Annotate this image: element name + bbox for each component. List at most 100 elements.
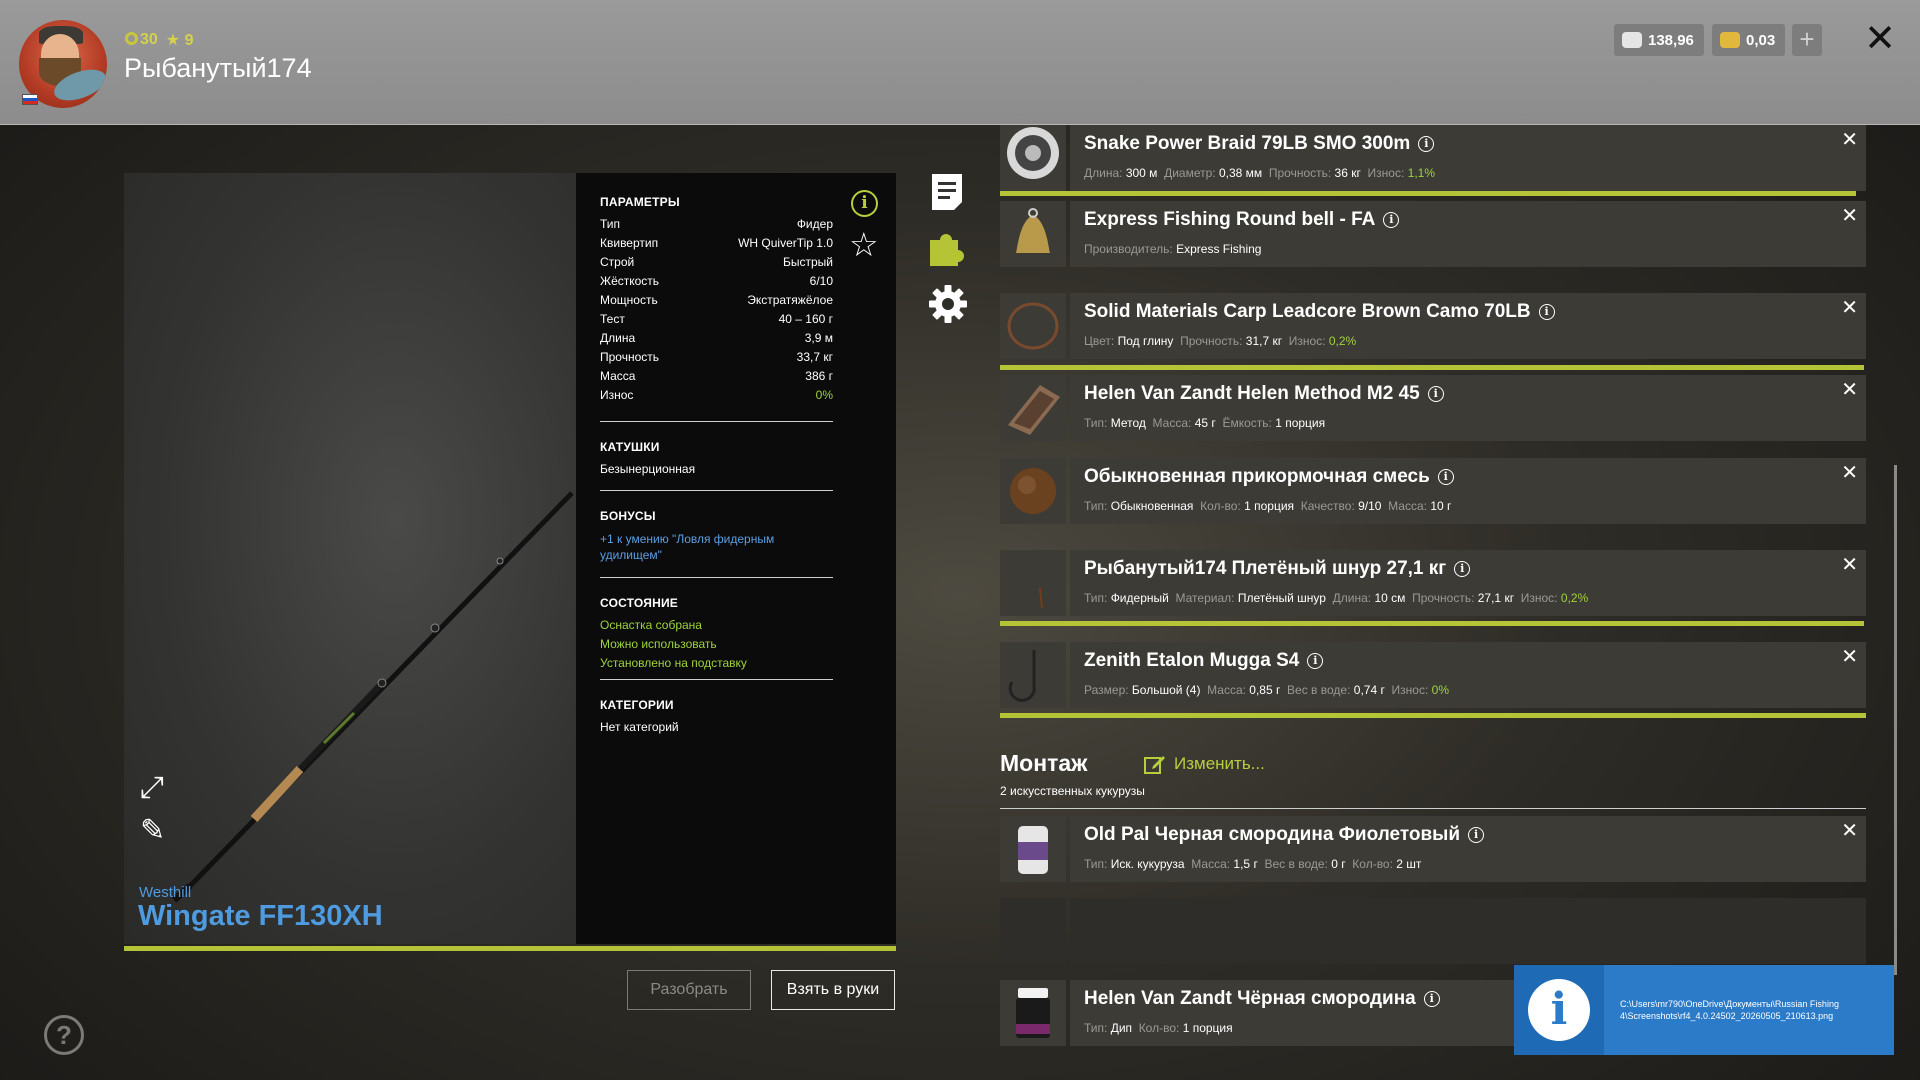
param-label: Жёсткость — [600, 274, 660, 288]
item-details: Производитель: Express Fishing — [1084, 242, 1262, 256]
expand-icon[interactable]: ⤢ — [140, 771, 164, 805]
screenshot-path: C:\Users\mr790\OneDrive\Документы\Russia… — [1620, 999, 1839, 1021]
favorite-star-icon[interactable]: ☆ — [849, 228, 879, 261]
item-separator — [1000, 621, 1864, 626]
rod-preview: ⤢ ✎ — [124, 173, 576, 944]
param-value: WH QuiverTip 1.0 — [738, 236, 833, 250]
bonus-value: +1 к умению "Ловля фидерным удилищем" — [600, 532, 775, 562]
item-info-icon[interactable]: i — [1427, 386, 1444, 402]
star-icon: ★ — [165, 32, 181, 49]
param-row: Масса 386 г — [600, 369, 833, 388]
item-info-icon[interactable]: i — [1468, 827, 1485, 843]
item-info-icon[interactable]: i — [1437, 469, 1454, 485]
param-value: 0% — [815, 388, 833, 402]
remove-item-button[interactable]: ✕ — [1841, 295, 1858, 320]
item-details: Тип: Дип Кол-во: 1 порция — [1084, 1021, 1233, 1035]
item-info-icon[interactable]: i — [1418, 136, 1435, 152]
edit-pencil-icon[interactable]: ✎ — [140, 813, 165, 848]
silver-coins-icon — [1622, 32, 1642, 48]
list-item[interactable]: Old Pal Черная смородина Фиолетовый i Тип… — [1000, 816, 1866, 882]
puzzle-icon[interactable] — [928, 228, 968, 268]
close-button[interactable]: ✕ — [1862, 20, 1898, 58]
param-row: Износ 0% — [600, 388, 833, 407]
item-details: Цвет: Под глину Прочность: 31,7 кг Износ… — [1084, 334, 1357, 348]
item-title: Old Pal Черная смородина Фиолетовый — [1084, 824, 1461, 845]
list-item[interactable]: Snake Power Braid 79LB SMO 300m i Длина: … — [1000, 125, 1866, 191]
remove-item-button[interactable]: ✕ — [1841, 377, 1858, 402]
item-info-icon[interactable]: i — [1307, 653, 1324, 669]
item-details: Тип: Иск. кукуруза Масса: 1,5 г Вес в во… — [1084, 857, 1422, 871]
level-badge: 30 — [125, 31, 158, 49]
list-item[interactable]: Zenith Etalon Mugga S4 i Размер: Большой … — [1000, 642, 1866, 708]
remove-item-button[interactable]: ✕ — [1841, 552, 1858, 577]
item-title: Рыбанутый174 Плетёный шнур 27,1 кг — [1084, 558, 1447, 579]
rank-badge: ★ 9 — [165, 32, 194, 49]
remove-item-button[interactable]: ✕ — [1841, 460, 1858, 485]
item-title: Helen Van Zandt Helen Method M2 45 — [1084, 383, 1420, 404]
montage-edit-button[interactable]: Изменить... — [1144, 754, 1265, 774]
dip-jar-thumb — [1000, 980, 1066, 1046]
item-info-icon[interactable]: i — [1423, 991, 1440, 1007]
list-item[interactable]: Обыкновенная прикормочная смесь i Тип: Об… — [1000, 458, 1866, 524]
param-label: Тест — [600, 312, 625, 326]
russia-flag-icon — [22, 94, 38, 105]
leadcore-thumb — [1000, 293, 1066, 359]
state-title: СОСТОЯНИЕ — [600, 596, 678, 610]
item-details: Тип: Метод Масса: 45 г Ёмкость: 1 порция — [1084, 416, 1326, 430]
param-row: Квивертип WH QuiverTip 1.0 — [600, 236, 833, 255]
param-value: 3,9 м — [804, 331, 833, 345]
param-value: 40 – 160 г — [778, 312, 833, 326]
param-row: Строй Быстрый — [600, 255, 833, 274]
item-details: Тип: Обыкновенная Кол-во: 1 порция Качес… — [1084, 499, 1452, 513]
list-item[interactable]: Solid Materials Carp Leadcore Brown Camo… — [1000, 293, 1866, 359]
braid-leader-thumb — [1000, 550, 1066, 616]
param-label: Длина — [600, 331, 636, 345]
item-title: Helen Van Zandt Чёрная смородина — [1084, 988, 1416, 1009]
list-item[interactable]: Express Fishing Round bell - FA i Произво… — [1000, 201, 1866, 267]
remove-item-button[interactable]: ✕ — [1841, 203, 1858, 228]
settings-gear-icon[interactable] — [928, 284, 968, 324]
param-value: Фидер — [796, 217, 833, 231]
remove-item-button[interactable]: ✕ — [1841, 818, 1858, 843]
groundbait-thumb — [1000, 458, 1066, 524]
take-in-hands-button[interactable]: Взять в руки — [771, 970, 895, 1010]
add-gold-button[interactable]: + — [1792, 24, 1822, 56]
item-title: Snake Power Braid 79LB SMO 300m — [1084, 133, 1411, 154]
player-stats: 30 ★ 9 — [125, 30, 194, 50]
item-info-icon[interactable]: i — [1454, 561, 1471, 577]
param-row: Тип Фидер — [600, 217, 833, 236]
player-name: Рыбанутый174 — [124, 53, 312, 83]
hook-thumb — [1000, 642, 1066, 708]
list-scrollbar[interactable] — [1894, 465, 1897, 975]
item-title: Обыкновенная прикормочная смесь — [1084, 466, 1430, 487]
remove-item-button[interactable]: ✕ — [1841, 127, 1858, 152]
bell-thumb — [1000, 201, 1066, 267]
help-button[interactable]: ? — [44, 1015, 84, 1055]
gold-balance: 0,03 — [1712, 24, 1786, 56]
item-info-icon[interactable]: i — [1538, 304, 1555, 320]
info-icon[interactable]: i — [851, 190, 878, 217]
categories-value: Нет категорий — [600, 720, 679, 734]
param-label: Квивертип — [600, 236, 659, 250]
gold-coins-icon — [1720, 32, 1740, 48]
artificial-corn-thumb — [1000, 816, 1066, 882]
param-value: Экстратяжёлое — [747, 293, 833, 307]
montage-title: Монтаж — [1000, 750, 1088, 776]
param-row: Тест 40 – 160 г — [600, 312, 833, 331]
param-row: Длина 3,9 м — [600, 331, 833, 350]
param-label: Износ — [600, 388, 634, 402]
empty-slot[interactable] — [1000, 898, 1866, 964]
param-row: Жёсткость 6/10 — [600, 274, 833, 293]
reels-title: КАТУШКИ — [600, 440, 660, 454]
state-list: Оснастка собрана Можно использовать Уста… — [600, 618, 874, 675]
notes-icon[interactable] — [930, 172, 964, 212]
remove-item-button[interactable]: ✕ — [1841, 644, 1858, 669]
disassemble-button[interactable]: Разобрать — [627, 970, 751, 1010]
param-value: 6/10 — [809, 274, 833, 288]
list-item[interactable]: Рыбанутый174 Плетёный шнур 27,1 кг i Тип:… — [1000, 550, 1866, 616]
item-info-icon[interactable]: i — [1383, 212, 1400, 228]
list-item[interactable]: Helen Van Zandt Helen Method M2 45 i Тип:… — [1000, 375, 1866, 441]
line-spool-thumb — [1000, 125, 1066, 191]
screenshot-notification[interactable]: i C:\Users\mr790\OneDrive\Документы\Russ… — [1514, 965, 1894, 1055]
param-label: Строй — [600, 255, 635, 269]
